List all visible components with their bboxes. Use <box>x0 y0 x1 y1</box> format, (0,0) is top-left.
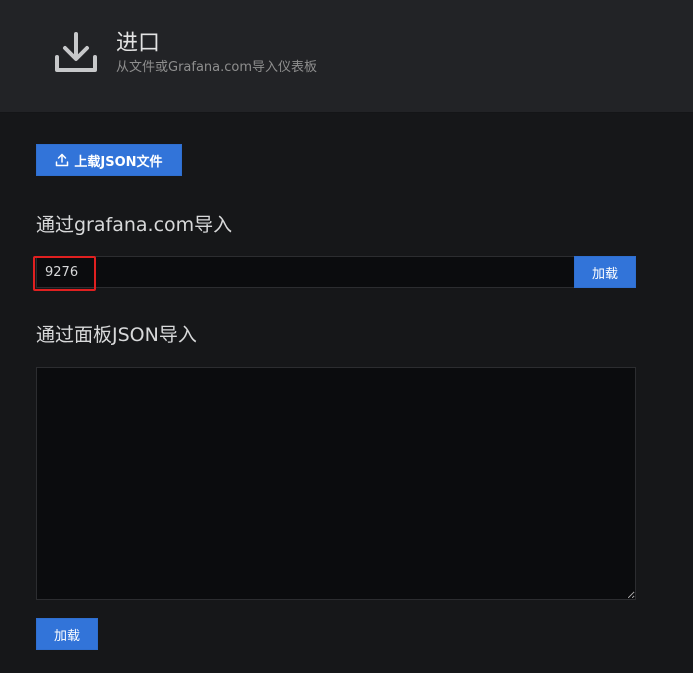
upload-json-button[interactable]: 上载JSON文件 <box>36 144 182 176</box>
json-textarea[interactable] <box>36 367 636 600</box>
upload-json-label: 上载JSON文件 <box>74 154 163 170</box>
page-subtitle: 从文件或Grafana.com导入仪表板 <box>116 60 318 75</box>
upload-icon <box>56 153 69 167</box>
grafana-import-title: 通过grafana.com导入 <box>36 214 233 236</box>
page-title: 进口 <box>116 31 161 56</box>
page-header: 进口 从文件或Grafana.com导入仪表板 <box>0 0 693 113</box>
grafana-id-input[interactable] <box>36 256 575 288</box>
download-icon <box>55 32 97 72</box>
load-json-button[interactable]: 加载 <box>36 618 98 650</box>
load-grafana-button[interactable]: 加载 <box>574 256 636 288</box>
json-import-title: 通过面板JSON导入 <box>36 324 197 346</box>
